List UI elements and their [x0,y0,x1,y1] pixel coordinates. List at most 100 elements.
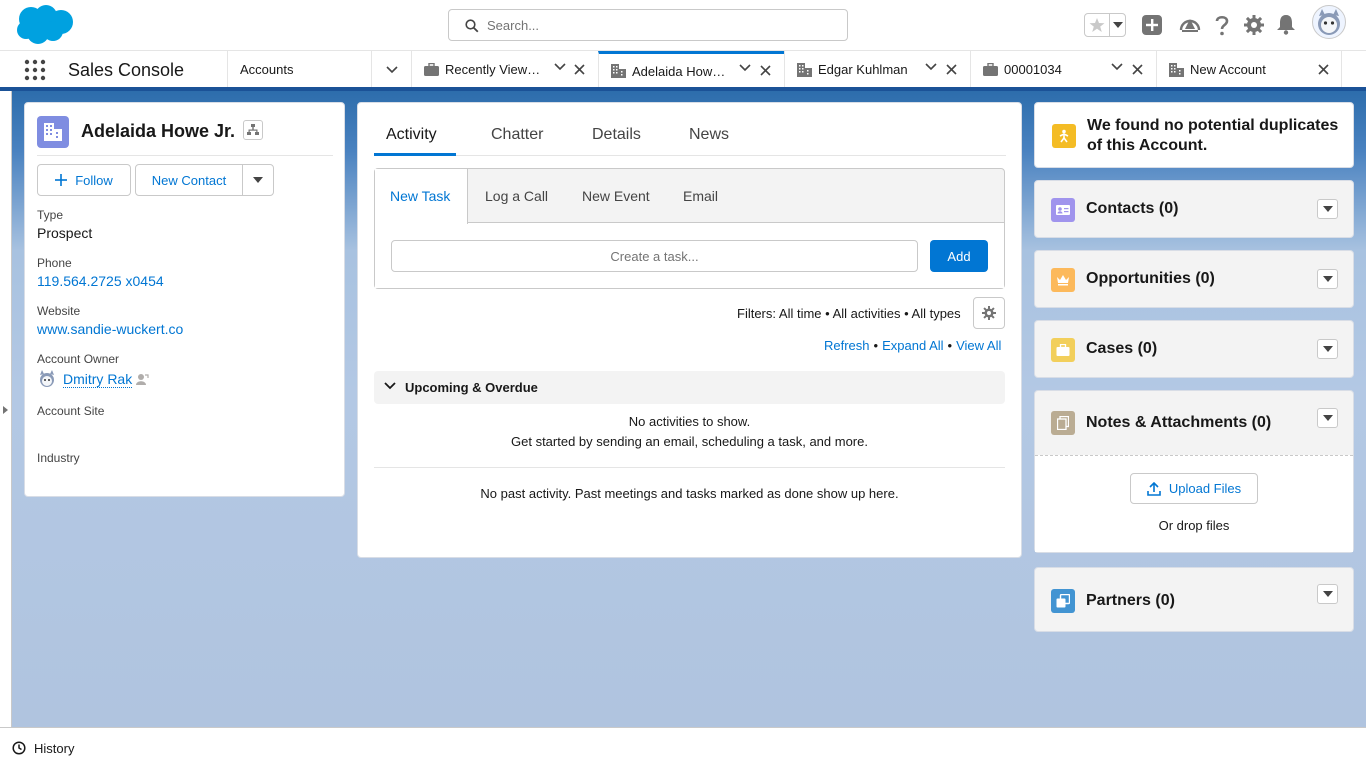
search-input[interactable] [487,10,837,40]
close-icon[interactable] [760,65,771,76]
filter-settings-button[interactable] [973,297,1005,329]
view-all-link[interactable]: View All [956,338,1001,353]
close-icon[interactable] [574,64,585,75]
website-label: Website [37,304,81,318]
tab-accounts-menu[interactable] [371,51,411,88]
opportunities-menu-chevron-icon[interactable] [1317,269,1338,289]
owner-avatar [37,369,57,389]
account-building-icon [1169,62,1184,77]
split-view-toggle[interactable] [0,91,12,727]
cases-title[interactable]: Cases (0) [1086,340,1157,358]
expand-arrow-icon[interactable] [3,406,8,414]
view-hierarchy-icon[interactable] [243,120,263,140]
tab-details[interactable]: Details [592,126,641,144]
active-tab-indicator [374,153,456,156]
chevron-down-icon [253,177,263,183]
setup-gear-icon[interactable] [1242,13,1266,37]
duplicates-message: We found no potential duplicates of this… [1087,117,1339,154]
chevron-down-icon[interactable] [1111,63,1123,71]
opportunities-title[interactable]: Opportunities (0) [1086,270,1215,288]
change-owner-icon[interactable] [136,373,149,386]
notifications-bell-icon[interactable] [1274,12,1298,36]
global-add-icon[interactable] [1140,13,1164,37]
star-icon[interactable] [1085,14,1109,36]
notes-attachments-related-list: Notes & Attachments (0) Upload Files Or … [1034,390,1354,553]
composer-tab-label: New Task [390,188,451,204]
opportunity-crown-icon [1051,268,1075,292]
separator-dot: • [873,338,879,353]
case-briefcase-icon [1051,338,1075,362]
tab-case-00001034[interactable]: 00001034 [970,51,1156,88]
composer-body: Add [375,222,1004,288]
record-highlights-card: Adelaida Howe Jr. Follow New Contact Typ… [24,102,345,497]
composer-tab-new-event[interactable]: New Event [582,188,650,204]
refresh-link[interactable]: Refresh [824,338,870,353]
phone-link[interactable]: 119.564.2725 x0454 [37,273,164,289]
phone-label: Phone [37,256,72,270]
close-icon[interactable] [946,64,957,75]
create-task-input[interactable] [391,240,918,272]
new-contact-label: New Contact [151,172,227,188]
cases-menu-chevron-icon[interactable] [1317,339,1338,359]
composer-tab-log-a-call[interactable]: Log a Call [485,188,548,204]
duplicate-rule-icon [1052,124,1076,148]
activity-links: Refresh • Expand All • View All [824,338,1001,353]
tabs-divider [374,155,1006,156]
chevron-down-icon[interactable] [554,63,566,71]
partners-title[interactable]: Partners (0) [1086,592,1175,610]
record-title: Adelaida Howe Jr. [81,121,236,141]
upcoming-overdue-section[interactable]: Upcoming & Overdue [374,371,1005,404]
partners-menu-chevron-icon[interactable] [1317,584,1338,604]
tab-label: 00001034 [1004,62,1062,77]
new-contact-button[interactable]: New Contact [135,164,243,196]
history-clock-icon[interactable] [12,741,26,755]
chevron-down-icon[interactable] [385,65,398,74]
help-icon[interactable] [1210,13,1234,37]
favorites-list-chevron-icon[interactable] [1109,14,1126,36]
salesforce-logo[interactable] [16,4,74,46]
tab-label: Accounts [240,62,294,77]
add-icon [55,174,68,186]
global-search[interactable] [448,9,848,41]
tab-accounts[interactable]: Accounts [227,51,371,88]
chevron-down-icon[interactable] [925,63,937,71]
contacts-menu-chevron-icon[interactable] [1317,199,1338,219]
owner-link[interactable]: Dmitry Rak [63,371,133,388]
account-building-icon [797,62,812,77]
history-label[interactable]: History [34,741,74,756]
close-icon[interactable] [1318,64,1329,75]
add-task-button[interactable]: Add [930,240,988,272]
more-actions-button[interactable] [242,164,274,196]
contact-icon [1051,198,1075,222]
notes-menu-chevron-icon[interactable] [1317,408,1338,428]
tab-activity[interactable]: Activity [386,126,437,144]
user-avatar[interactable] [1312,5,1346,39]
upload-files-button[interactable]: Upload Files [1130,473,1258,504]
global-header [0,0,1366,50]
utility-bar: History [0,727,1366,768]
tab-edgar-kuhlman[interactable]: Edgar Kuhlman [784,51,970,88]
contacts-title[interactable]: Contacts (0) [1086,200,1178,218]
app-launcher-waffle-icon[interactable] [24,59,46,81]
chevron-down-icon[interactable] [739,64,751,72]
trailhead-icon[interactable] [1178,13,1202,37]
tab-recently-viewed[interactable]: Recently View… [411,51,598,88]
tab-adelaida-howe[interactable]: Adelaida How… [598,51,784,88]
drop-files-text: Or drop files [1158,518,1230,533]
no-activities-text: No activities to show. [628,414,751,429]
composer-tab-new-task[interactable]: New Task [375,169,468,224]
composer-tab-email[interactable]: Email [683,188,718,204]
tab-new-account[interactable]: New Account [1156,51,1342,88]
tab-chatter[interactable]: Chatter [491,126,543,144]
notes-attachments-title[interactable]: Notes & Attachments (0) [1086,414,1271,432]
expand-all-link[interactable]: Expand All [882,338,943,353]
favorites-button[interactable] [1084,13,1126,37]
file-drop-zone[interactable]: Upload Files Or drop files [1035,455,1353,552]
website-link[interactable]: www.sandie-wuckert.co [37,321,183,337]
tab-news[interactable]: News [689,126,729,144]
chevron-down-icon[interactable] [384,382,396,390]
follow-button[interactable]: Follow [37,164,131,196]
account-building-icon [37,116,69,148]
activity-composer: New Task Log a Call New Event Email Add [374,168,1005,289]
close-icon[interactable] [1132,64,1143,75]
